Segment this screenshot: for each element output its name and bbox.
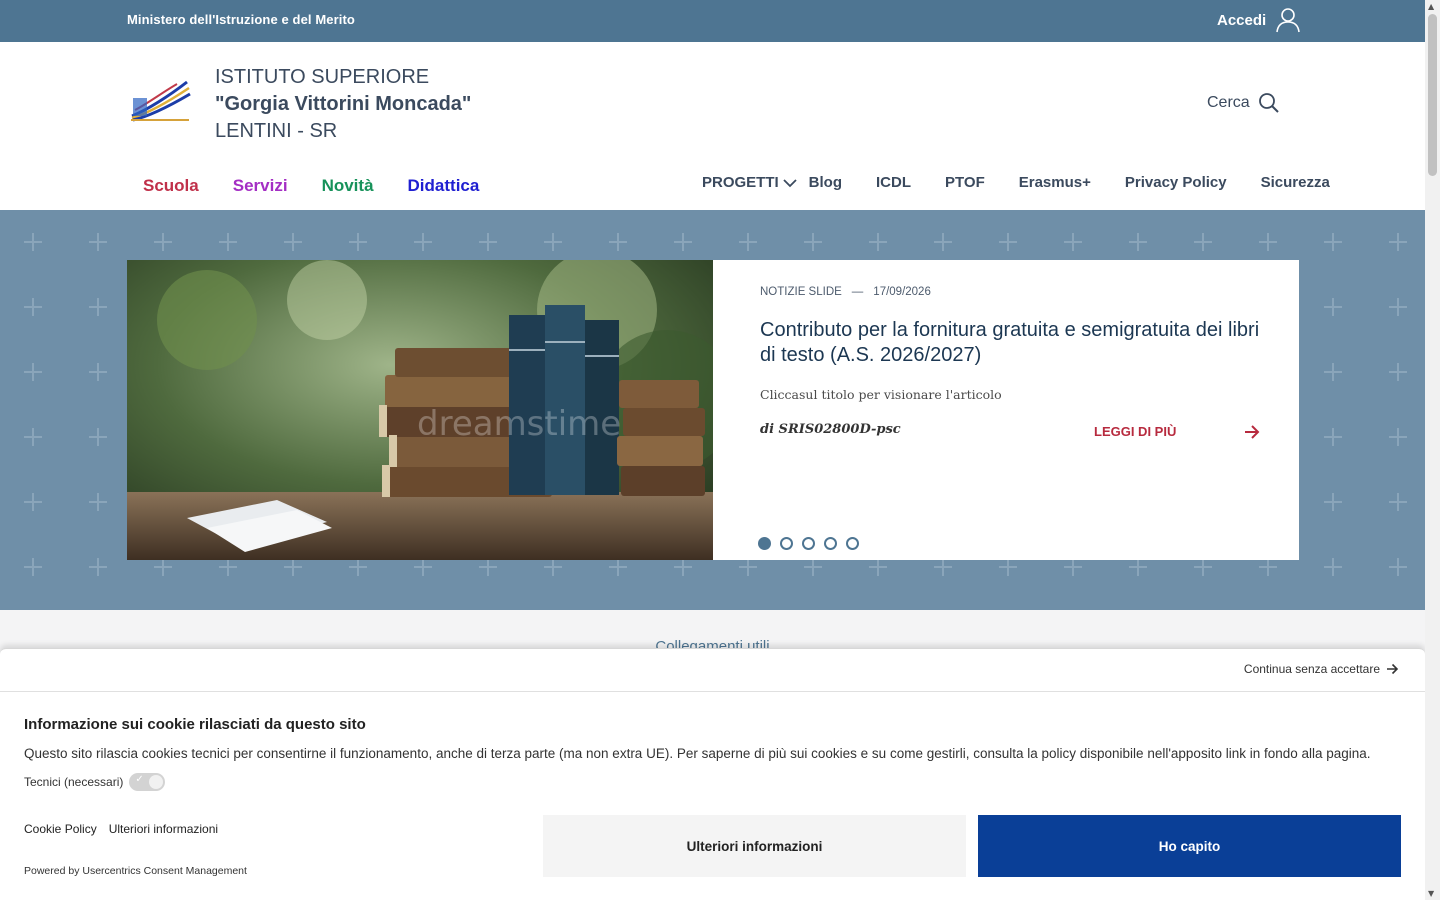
top-bar: Ministero dell'Istruzione e del Merito A… — [0, 0, 1425, 42]
school-location: LENTINI - SR — [215, 120, 338, 142]
nav-item-didattica[interactable]: Didattica — [408, 176, 480, 196]
user-icon — [1276, 8, 1300, 33]
slide-category[interactable]: NOTIZIE SLIDE — [760, 286, 842, 298]
arrow-right-icon — [1387, 663, 1399, 675]
nav-item-sicurezza[interactable]: Sicurezza — [1261, 174, 1330, 191]
scrollbar-thumb[interactable] — [1428, 14, 1437, 176]
continue-label: Continua senza accettare — [1243, 662, 1380, 676]
carousel-dot-5[interactable] — [846, 537, 859, 550]
carousel-dot-4[interactable] — [824, 537, 837, 550]
nav-item-blog[interactable]: Blog — [809, 174, 842, 191]
cookie-links: Cookie Policy Ulteriori informazioni — [24, 822, 218, 836]
read-more-link[interactable]: LEGGI DI PIÙ — [1094, 424, 1260, 439]
cookie-policy-link[interactable]: Cookie Policy — [24, 822, 97, 836]
slide-content: NOTIZIE SLIDE — 17/09/2026 Contributo per … — [713, 260, 1299, 560]
cookie-description: Questo sito rilascia cookies tecnici per… — [24, 746, 1371, 761]
nav-item-novita[interactable]: Novità — [322, 176, 374, 196]
check-icon: ✓ — [135, 774, 144, 785]
scroll-up-icon[interactable]: ▲ — [1428, 2, 1434, 11]
powered-by[interactable]: Powered by Usercentrics Consent Manageme… — [24, 865, 247, 877]
continue-without-accepting-link[interactable]: Continua senza accettare — [1244, 662, 1399, 676]
secondary-navigation: PROGETTI Blog ICDL PTOF Erasmus+ Privacy… — [702, 174, 1330, 191]
cookie-banner-header: Continua senza accettare — [0, 649, 1425, 692]
technical-cookies-label: Tecnici (necessari) — [24, 775, 124, 789]
technical-cookies-row: Tecnici (necessari) ✓ — [24, 773, 166, 791]
login-button[interactable]: Accedi — [1217, 7, 1301, 33]
page: Ministero dell'Istruzione e del Merito A… — [0, 0, 1425, 900]
slide-date: 17/09/2026 — [873, 286, 931, 298]
chevron-down-icon — [783, 178, 797, 187]
carousel-dots — [758, 537, 859, 550]
slide-title[interactable]: Contributo per la fornitura gratuita e s… — [760, 318, 1280, 368]
nav-item-progetti-label: PROGETTI — [702, 174, 779, 191]
more-info-link[interactable]: Ulteriori informazioni — [109, 822, 218, 836]
arrow-right-icon — [1245, 424, 1260, 439]
nav-item-servizi[interactable]: Servizi — [233, 176, 288, 196]
school-type: ISTITUTO SUPERIORE — [215, 66, 430, 88]
main-navigation: Scuola Servizi Novità Didattica — [143, 176, 513, 196]
carousel-dot-3[interactable] — [802, 537, 815, 550]
carousel-dot-1[interactable] — [758, 537, 771, 550]
school-name[interactable]: ISTITUTO SUPERIORE "Gorgia Vittorini Mon… — [215, 64, 471, 145]
slide-author: di SRIS02800D-psc — [760, 422, 901, 437]
read-more-label: LEGGI DI PIÙ — [1094, 424, 1177, 439]
slide-description: Cliccasul titolo per visionare l'articol… — [760, 387, 1002, 402]
slide-card: dreamstime NOTIZIE SLIDE — 17/09/2026 Cont… — [127, 260, 1299, 560]
search-label: Cerca — [1207, 94, 1250, 111]
scroll-down-icon[interactable]: ▼ — [1428, 889, 1434, 898]
nav-item-icdl[interactable]: ICDL — [876, 174, 911, 191]
school-title: "Gorgia Vittorini Moncada" — [215, 93, 472, 115]
search-icon — [1258, 93, 1279, 113]
slide-meta: NOTIZIE SLIDE — 17/09/2026 — [760, 286, 931, 298]
books-illustration: dreamstime — [127, 260, 713, 560]
technical-cookies-toggle[interactable]: ✓ — [129, 773, 166, 791]
nav-item-privacy-policy[interactable]: Privacy Policy — [1125, 174, 1227, 191]
watermark-text: dreamstime — [417, 404, 621, 444]
toggle-knob — [149, 775, 164, 789]
carousel-dot-2[interactable] — [780, 537, 793, 550]
nav-item-progetti[interactable]: PROGETTI — [702, 174, 797, 191]
school-logo[interactable] — [129, 80, 191, 122]
search-button[interactable]: Cerca — [1207, 92, 1280, 114]
meta-separator: — — [851, 286, 864, 298]
nav-item-scuola[interactable]: Scuola — [143, 176, 199, 196]
cookie-banner: Continua senza accettare Informazione su… — [0, 648, 1425, 900]
ministry-link[interactable]: Ministero dell'Istruzione e del Merito — [127, 12, 355, 27]
login-label: Accedi — [1217, 11, 1267, 29]
nav-item-erasmus[interactable]: Erasmus+ — [1019, 174, 1091, 191]
slide-image[interactable]: dreamstime — [127, 260, 713, 560]
page-scrollbar[interactable]: ▲ ▼ — [1425, 0, 1440, 900]
cookie-title: Informazione sui cookie rilasciati da qu… — [24, 716, 366, 733]
site-header: ISTITUTO SUPERIORE "Gorgia Vittorini Mon… — [0, 42, 1425, 210]
hero-carousel: dreamstime NOTIZIE SLIDE — 17/09/2026 Cont… — [0, 210, 1425, 610]
more-info-button[interactable]: Ulteriori informazioni — [543, 815, 966, 877]
nav-item-ptof[interactable]: PTOF — [945, 174, 985, 191]
accept-button[interactable]: Ho capito — [978, 815, 1401, 877]
